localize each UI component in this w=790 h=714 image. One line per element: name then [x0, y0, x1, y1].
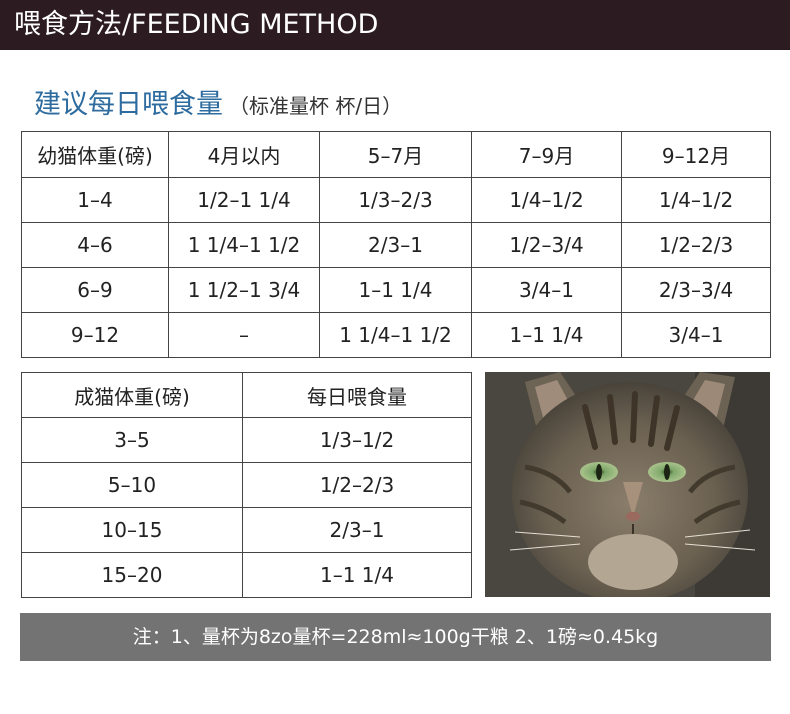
table-cell: 3/4–1 [471, 267, 622, 313]
table-cell: 5–10 [21, 462, 243, 508]
table-cell: 1/4–1/2 [471, 177, 622, 223]
table-row: 10–15 2/3–1 [21, 507, 472, 553]
table-cell: 1/2–1 1/4 [168, 177, 320, 223]
column-header: 4月以内 [168, 131, 320, 178]
table-cell: 1/2–2/3 [242, 462, 472, 508]
table-cell: 1 1/2–1 3/4 [168, 267, 320, 313]
adult-feeding-table: 成猫体重(磅) 每日喂食量 3–5 1/3–1/2 5–10 1/2–2/3 1… [21, 372, 472, 598]
table-cell: 3–5 [21, 417, 243, 463]
section-heading: 建议每日喂食量 （标准量杯 杯/日） [34, 82, 402, 121]
table-cell: 1/3–2/3 [319, 177, 472, 223]
table-row: 4–6 1 1/4–1 1/2 2/3–1 1/2–3/4 1/2–2/3 [21, 222, 771, 268]
table-cell: 1–1 1/4 [471, 312, 622, 358]
page-title: 喂食方法/FEEDING METHOD [14, 9, 379, 40]
column-header: 成猫体重(磅) [21, 372, 243, 418]
section-subtitle: （标准量杯 杯/日） [229, 94, 403, 118]
table-cell: 1/2–3/4 [471, 222, 622, 268]
table-cell: 2/3–1 [242, 507, 472, 553]
section-title: 建议每日喂食量 [34, 89, 223, 120]
table-row: 5–10 1/2–2/3 [21, 462, 472, 508]
column-header: 5–7月 [319, 131, 472, 178]
table-row: 3–5 1/3–1/2 [21, 417, 472, 463]
table-cell: 6–9 [21, 267, 169, 313]
table-cell: – [168, 312, 320, 358]
table-cell: 1/2–2/3 [621, 222, 771, 268]
table-row: 1–4 1/2–1 1/4 1/3–2/3 1/4–1/2 1/4–1/2 [21, 177, 771, 223]
table-header-row: 成猫体重(磅) 每日喂食量 [21, 372, 472, 418]
page-header: 喂食方法/FEEDING METHOD [0, 0, 790, 50]
table-cell: 1 1/4–1 1/2 [168, 222, 320, 268]
table-row: 6–9 1 1/2–1 3/4 1–1 1/4 3/4–1 2/3–3/4 [21, 267, 771, 313]
table-cell: 1–1 1/4 [319, 267, 472, 313]
table-row: 9–12 – 1 1/4–1 1/2 1–1 1/4 3/4–1 [21, 312, 771, 358]
table-cell: 2/3–1 [319, 222, 472, 268]
table-cell: 9–12 [21, 312, 169, 358]
table-cell: 2/3–3/4 [621, 267, 771, 313]
table-cell: 3/4–1 [621, 312, 771, 358]
table-header-row: 幼猫体重(磅) 4月以内 5–7月 7–9月 9–12月 [21, 131, 771, 178]
footnote-text: 注：1、量杯为8zo量杯=228ml≈100g干粮 2、1磅≈0.45kg [132, 626, 659, 648]
table-cell: 1/3–1/2 [242, 417, 472, 463]
table-cell: 1/4–1/2 [621, 177, 771, 223]
table-cell: 10–15 [21, 507, 243, 553]
footnote-bar: 注：1、量杯为8zo量杯=228ml≈100g干粮 2、1磅≈0.45kg [20, 613, 771, 661]
table-row: 15–20 1–1 1/4 [21, 552, 472, 598]
column-header: 幼猫体重(磅) [21, 131, 169, 178]
kitten-feeding-table: 幼猫体重(磅) 4月以内 5–7月 7–9月 9–12月 1–4 1/2–1 1… [21, 131, 771, 358]
table-cell: 15–20 [21, 552, 243, 598]
column-header: 每日喂食量 [242, 372, 472, 418]
table-cell: 1 1/4–1 1/2 [319, 312, 472, 358]
cat-photo [485, 372, 770, 597]
table-cell: 4–6 [21, 222, 169, 268]
column-header: 9–12月 [621, 131, 771, 178]
cat-photo-icon [485, 372, 770, 597]
table-cell: 1–4 [21, 177, 169, 223]
table-cell: 1–1 1/4 [242, 552, 472, 598]
column-header: 7–9月 [471, 131, 622, 178]
